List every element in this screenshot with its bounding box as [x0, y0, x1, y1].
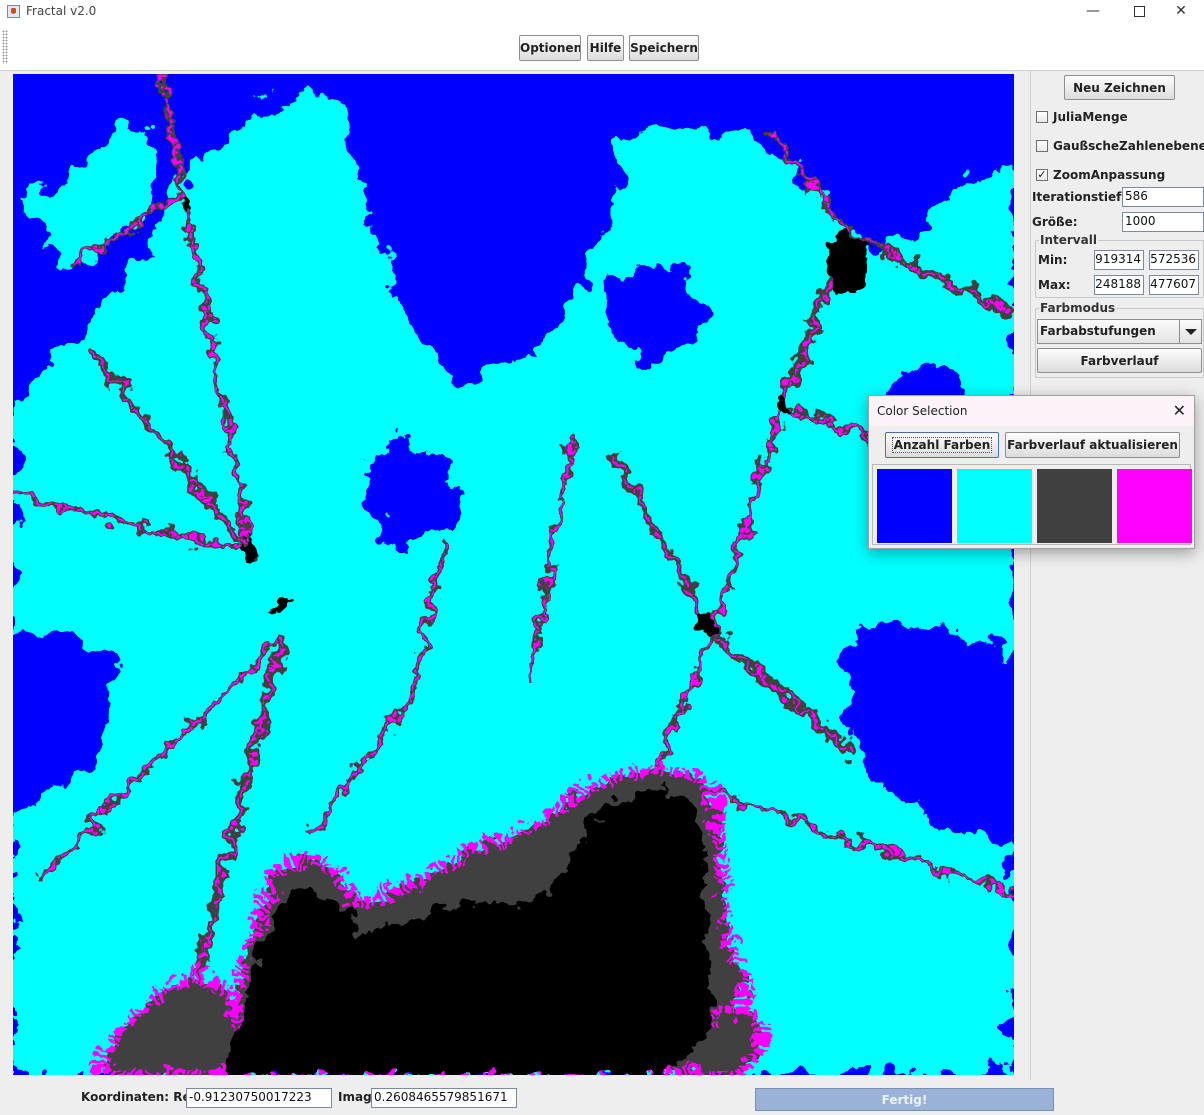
- dialog-title-bar[interactable]: Color Selection ✕: [869, 396, 1194, 426]
- color-count-button[interactable]: Anzahl Farben: [885, 432, 999, 458]
- progress-label: Fertig!: [881, 1093, 928, 1107]
- minimize-button[interactable]: —: [1070, 0, 1116, 24]
- redraw-button[interactable]: Neu Zeichnen: [1064, 75, 1175, 100]
- iteration-field[interactable]: 586: [1122, 187, 1204, 207]
- options-button[interactable]: Optionen: [519, 35, 581, 61]
- iteration-label: Iterationstiefe:: [1032, 190, 1135, 204]
- color-swatch[interactable]: [957, 469, 1032, 543]
- gauss-checkbox-label: GaußscheZahlenebene: [1053, 139, 1204, 153]
- toolbar-grip-handle[interactable]: [2, 30, 8, 64]
- java-app-icon: [7, 5, 20, 18]
- color-swatch[interactable]: [1037, 469, 1112, 543]
- window-title: Fractal v2.0: [26, 4, 97, 18]
- julia-checkbox-box[interactable]: [1036, 111, 1048, 123]
- top-toolbar: Optionen Hilfe Speichern: [0, 26, 1204, 71]
- max-real-field[interactable]: 0248188: [1094, 275, 1144, 295]
- help-button[interactable]: Hilfe: [587, 35, 624, 61]
- gradient-button[interactable]: Farbverlauf: [1037, 348, 1202, 373]
- color-mode-dropdown[interactable]: Farbabstufungen: [1037, 319, 1202, 344]
- min-real-field[interactable]: 8919314: [1094, 250, 1144, 270]
- save-button[interactable]: Speichern: [629, 35, 699, 61]
- color-swatch[interactable]: [877, 469, 952, 543]
- interval-title: Intervall: [1039, 233, 1098, 247]
- color-mode-title: Farbmodus: [1039, 301, 1117, 315]
- status-bar: Koordinaten: Reel -0.91230750017223 Imag…: [0, 1080, 1204, 1115]
- gauss-checkbox-box[interactable]: [1036, 140, 1048, 152]
- color-mode-value: Farbabstufungen: [1040, 324, 1156, 338]
- dialog-title: Color Selection: [877, 404, 968, 418]
- color-swatch[interactable]: [1117, 469, 1192, 543]
- panel-separator: [1030, 70, 1031, 1080]
- zoom-checkbox-label: ZoomAnpassung: [1053, 168, 1166, 182]
- coords-imag-label: Imag: [338, 1090, 372, 1104]
- size-field[interactable]: 1000: [1122, 212, 1204, 232]
- dropdown-arrow-icon[interactable]: [1179, 320, 1201, 343]
- coords-real-field[interactable]: -0.91230750017223: [186, 1088, 332, 1108]
- zoom-checkbox-box[interactable]: ✓: [1036, 169, 1048, 181]
- max-label: Max:: [1038, 278, 1071, 292]
- size-label: Größe:: [1032, 215, 1078, 229]
- coords-imag-field[interactable]: 0.2608465579851671: [371, 1088, 517, 1108]
- coords-real-label: Koordinaten: Reel: [81, 1090, 203, 1104]
- color-selection-dialog: Color Selection ✕ Anzahl Farben Farbverl…: [868, 395, 1195, 549]
- fractal-canvas[interactable]: [13, 74, 1014, 1075]
- close-window-button[interactable]: ✕: [1158, 0, 1204, 24]
- dialog-close-icon[interactable]: ✕: [1173, 401, 1186, 420]
- maximize-icon: [1133, 6, 1145, 17]
- maximize-button[interactable]: [1116, 0, 1162, 24]
- min-label: Min:: [1038, 253, 1068, 267]
- min-imag-field[interactable]: 8572536: [1149, 250, 1199, 270]
- julia-checkbox-label: JuliaMenge: [1053, 110, 1128, 124]
- update-gradient-button[interactable]: Farbverlauf aktualisieren: [1005, 432, 1180, 458]
- color-swatch-panel: [872, 464, 1192, 545]
- title-bar: Fractal v2.0 — ✕: [0, 0, 1204, 26]
- color-count-label: Anzahl Farben: [891, 437, 993, 453]
- progress-bar: Fertig!: [755, 1088, 1054, 1111]
- max-imag-field[interactable]: 0477607: [1149, 275, 1199, 295]
